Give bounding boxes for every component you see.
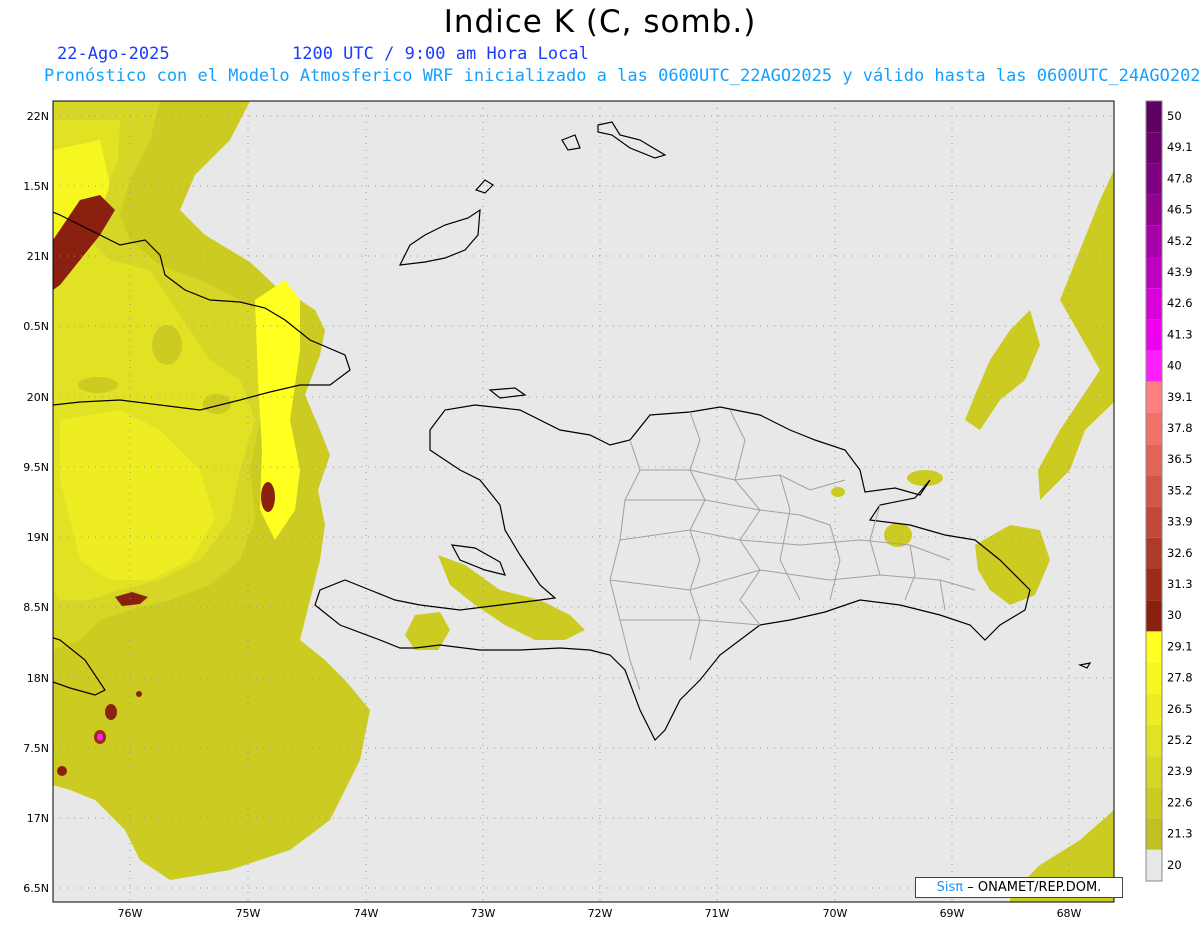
colorbar-swatch	[1146, 849, 1162, 881]
colorbar-swatch	[1146, 569, 1162, 601]
lat-labels: 22N 1.5N 21N 0.5N 20N 9.5N 19N 8.5N 18N …	[23, 110, 49, 895]
lon-label: 75W	[236, 907, 261, 920]
lon-label: 74W	[354, 907, 379, 920]
colorbar-label: 22.6	[1167, 795, 1193, 809]
colorbar-swatch	[1146, 132, 1162, 164]
lon-label: 69W	[940, 907, 965, 920]
shade-30-spot4	[57, 766, 67, 776]
colorbar-swatch	[1146, 350, 1162, 382]
shade-41-spot	[97, 733, 103, 741]
colorbar-swatch	[1146, 631, 1162, 663]
lon-label: 71W	[705, 907, 730, 920]
colorbar-swatch	[1146, 475, 1162, 507]
lon-labels: 76W 75W 74W 73W 72W 71W 70W 69W 68W	[118, 907, 1082, 920]
shade-blob	[152, 325, 182, 365]
colorbar-swatch	[1146, 444, 1162, 476]
colorbar-label: 50	[1167, 109, 1182, 123]
colorbar-swatch	[1146, 725, 1162, 757]
colorbar-label: 43.9	[1167, 265, 1193, 279]
colorbar-swatch	[1146, 693, 1162, 725]
colorbar-label: 36.5	[1167, 452, 1193, 466]
lat-label: 8.5N	[23, 601, 49, 614]
colorbar-swatch	[1146, 413, 1162, 445]
colorbar-label: 31.3	[1167, 577, 1193, 591]
lat-label: 18N	[27, 672, 49, 685]
k-index-map: 22N 1.5N 21N 0.5N 20N 9.5N 19N 8.5N 18N …	[23, 100, 1193, 920]
colorbar-swatch	[1146, 600, 1162, 632]
colorbar-swatch	[1146, 225, 1162, 257]
shade-30-spot5	[136, 691, 142, 697]
colorbar-label: 37.8	[1167, 421, 1193, 435]
colorbar-swatch	[1146, 288, 1162, 320]
colorbar-label: 45.2	[1167, 234, 1193, 248]
colorbar: 50 49.1 47.8 46.5 45.2 43.9 42.6 41.3 40 39.1 37.8…	[1145, 100, 1193, 882]
lat-label: 7.5N	[23, 742, 49, 755]
colorbar-label: 26.5	[1167, 702, 1193, 716]
colorbar-swatch	[1146, 756, 1162, 788]
colorbar-swatch	[1146, 787, 1162, 819]
colorbar-label: 29.1	[1167, 639, 1193, 653]
lon-label: 72W	[588, 907, 613, 920]
colorbar-label: 27.8	[1167, 671, 1193, 685]
lat-label: 1.5N	[23, 180, 49, 193]
colorbar-swatch	[1146, 537, 1162, 569]
shade-blob	[831, 487, 845, 497]
colorbar-label: 42.6	[1167, 296, 1193, 310]
colorbar-swatch	[1146, 257, 1162, 289]
lon-label: 68W	[1057, 907, 1082, 920]
lat-label: 9.5N	[23, 461, 49, 474]
colorbar-label: 32.6	[1167, 546, 1193, 560]
shade-blob	[78, 377, 118, 393]
colorbar-label: 33.9	[1167, 515, 1193, 529]
shade-30-spot3	[105, 704, 117, 720]
credit-text: – ONAMET/REP.DOM.	[967, 880, 1102, 895]
lat-label: 21N	[27, 250, 49, 263]
lat-label: 6.5N	[23, 882, 49, 895]
colorbar-label: 40	[1167, 359, 1182, 373]
lon-label: 76W	[118, 907, 143, 920]
lat-label: 20N	[27, 391, 49, 404]
colorbar-label: 35.2	[1167, 483, 1193, 497]
colorbar-swatch	[1146, 194, 1162, 226]
colorbar-label: 20	[1167, 858, 1182, 872]
colorbar-label: 49.1	[1167, 140, 1193, 154]
colorbar-label: 30	[1167, 608, 1182, 622]
lat-label: 17N	[27, 812, 49, 825]
colorbar-swatch	[1146, 506, 1162, 538]
colorbar-swatch	[1146, 818, 1162, 850]
colorbar-label: 46.5	[1167, 203, 1193, 217]
colorbar-label: 21.3	[1167, 827, 1193, 841]
colorbar-label: 41.3	[1167, 327, 1193, 341]
colorbar-label: 39.1	[1167, 390, 1193, 404]
lat-label: 22N	[27, 110, 49, 123]
colorbar-swatch	[1146, 163, 1162, 195]
colorbar-label: 47.8	[1167, 171, 1193, 185]
colorbar-label: 25.2	[1167, 733, 1193, 747]
colorbar-swatch	[1146, 381, 1162, 413]
lat-label: 19N	[27, 531, 49, 544]
lat-label: 0.5N	[23, 320, 49, 333]
colorbar-swatch	[1146, 101, 1162, 133]
colorbar-swatch	[1146, 662, 1162, 694]
shade-30-spot	[261, 482, 275, 512]
lon-label: 70W	[823, 907, 848, 920]
colorbar-label: 23.9	[1167, 764, 1193, 778]
sispi-logo: Sisπ	[936, 880, 964, 895]
shade-blob	[907, 470, 943, 486]
credit-box: Sisπ – ONAMET/REP.DOM.	[915, 877, 1123, 898]
lon-label: 73W	[471, 907, 496, 920]
colorbar-swatch	[1146, 319, 1162, 351]
